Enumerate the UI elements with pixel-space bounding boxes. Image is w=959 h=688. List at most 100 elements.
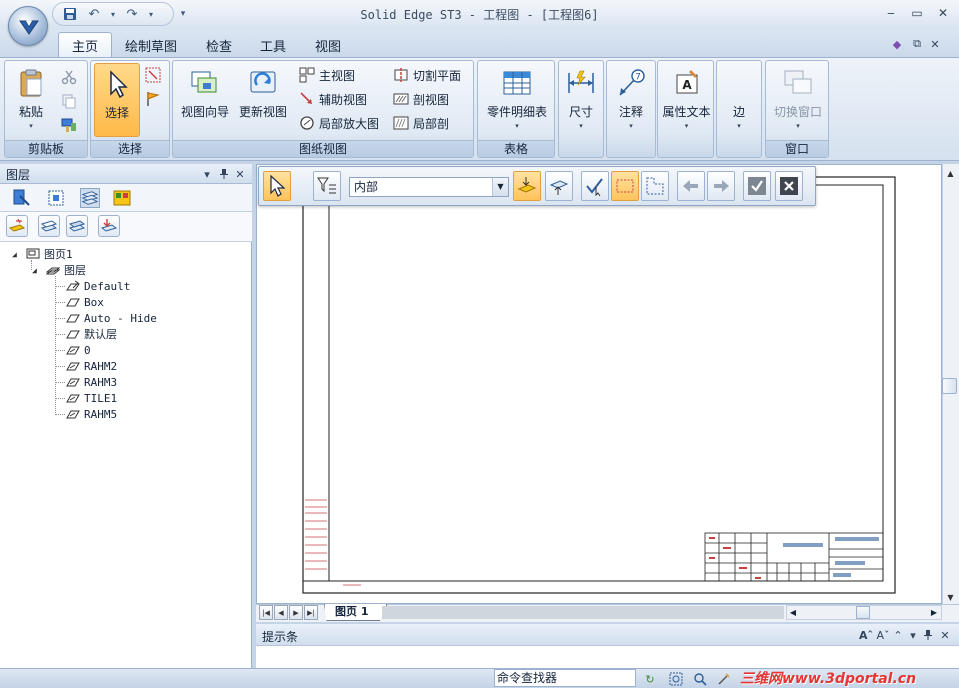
cutting-plane-button[interactable]: 切割平面 — [393, 65, 461, 85]
select-flag-button[interactable] — [145, 89, 161, 109]
update-views-button[interactable]: 更新视图 — [235, 63, 291, 137]
tree-item-layer-rahm3[interactable]: RAHM3 — [66, 374, 117, 390]
doc-close-button[interactable]: ✕ — [926, 35, 944, 53]
tree-item-layer-tile1[interactable]: TILE1 — [66, 390, 117, 406]
collapse-icon[interactable]: ◢ — [12, 250, 22, 259]
refresh-view-icon[interactable]: ↻ — [642, 671, 658, 687]
redo-icon[interactable]: ↷ — [123, 5, 141, 23]
panel-pin-icon[interactable] — [922, 628, 934, 642]
scroll-left-icon[interactable]: ◀ — [788, 606, 798, 619]
tree-item-layer-0[interactable]: 0 — [66, 342, 91, 358]
dropdown-arrow-icon[interactable]: ▼ — [492, 178, 508, 196]
tab-sheet-1[interactable]: 图页 1 — [324, 604, 388, 621]
select-pointer-button[interactable] — [263, 171, 291, 201]
scroll-right-icon[interactable]: ▶ — [929, 606, 939, 619]
pathfinder-tab-icon[interactable] — [12, 188, 32, 208]
tree-item-sheet[interactable]: ◢ 图页1 — [12, 246, 73, 262]
font-larger-icon[interactable]: Aˆ — [858, 628, 874, 642]
font-smaller-icon[interactable]: Aˇ — [876, 628, 890, 642]
select-inside-button[interactable] — [513, 171, 541, 201]
library-tab-icon[interactable] — [112, 188, 132, 208]
drawing-canvas[interactable] — [256, 164, 942, 604]
format-painter-button[interactable] — [61, 115, 77, 135]
command-finder-input[interactable]: 命令查找器 — [494, 669, 636, 687]
tab-sketch[interactable]: 绘制草图 — [112, 32, 190, 58]
first-sheet-icon[interactable]: |◀ — [259, 605, 273, 620]
collapse-up-icon[interactable]: ⌃ — [892, 628, 904, 642]
cut-button[interactable] — [61, 67, 77, 87]
edge-button[interactable]: 边 ▾ — [719, 63, 759, 137]
section-view-button[interactable]: 剖视图 — [393, 89, 449, 109]
auxiliary-view-button[interactable]: 辅助视图 — [299, 89, 367, 109]
select-check-button[interactable] — [581, 171, 609, 201]
close-button[interactable]: ✕ — [932, 4, 954, 22]
tree-item-layer-auto-hide[interactable]: Auto - Hide — [66, 310, 157, 326]
switch-window-button[interactable]: 切换窗口 ▾ — [768, 63, 828, 137]
prompt-close-button[interactable]: ✕ — [938, 628, 952, 642]
broken-out-section-button[interactable]: 局部剖 — [393, 113, 449, 133]
tree-item-layer-rahm2[interactable]: RAHM2 — [66, 358, 117, 374]
annotation-button[interactable]: 7 注释 ▾ — [609, 63, 653, 137]
last-sheet-icon[interactable]: ▶| — [304, 605, 318, 620]
horizontal-scroll-thumb[interactable] — [856, 606, 870, 619]
application-button[interactable] — [8, 6, 48, 46]
save-icon[interactable] — [61, 5, 79, 23]
parts-list-button[interactable]: 零件明细表 ▾ — [482, 63, 552, 137]
move-to-layer-button[interactable] — [98, 215, 120, 237]
tab-view[interactable]: 视图 — [302, 32, 354, 58]
select-overlap-button[interactable] — [545, 171, 573, 201]
undo-dropdown-icon[interactable]: ▾ — [109, 5, 117, 23]
redo-dropdown-icon[interactable]: ▾ — [147, 5, 155, 23]
tab-home[interactable]: 主页 — [58, 32, 113, 58]
polygon-select-button[interactable] — [641, 171, 669, 201]
tree-item-layer-rahm5[interactable]: RAHM5 — [66, 406, 117, 422]
view-wizard-button[interactable]: 视图向导 — [175, 63, 235, 137]
rectangle-select-button[interactable] — [611, 171, 639, 201]
customize-qat-icon[interactable]: ▾ — [176, 6, 190, 22]
paste-button[interactable]: 粘贴 ▾ — [11, 63, 51, 137]
panel-menu-icon[interactable]: ▾ — [200, 166, 214, 182]
next-button[interactable] — [707, 171, 735, 201]
accept-button[interactable] — [743, 171, 771, 201]
arrow-left-icon — [683, 180, 698, 192]
minimize-button[interactable]: ‒ — [880, 4, 902, 22]
scroll-down-icon[interactable]: ▼ — [942, 590, 959, 604]
dimension-button[interactable]: 尺寸 ▾ — [561, 63, 601, 137]
select-button[interactable]: 选择 — [94, 63, 140, 137]
tab-tools[interactable]: 工具 — [247, 32, 299, 58]
vertical-scroll-thumb[interactable] — [942, 378, 957, 394]
zoom-area-icon[interactable] — [668, 671, 684, 687]
panel-pin-icon[interactable] — [217, 166, 231, 182]
tree-item-layer-box[interactable]: Box — [66, 294, 104, 310]
tree-item-layers[interactable]: ◢ 图层 — [32, 262, 86, 278]
cancel-button[interactable] — [775, 171, 803, 201]
copy-button[interactable] — [61, 91, 77, 111]
tree-item-layer-default-cn[interactable]: 默认层 — [66, 326, 117, 342]
new-layer-button[interactable] — [6, 215, 28, 237]
selection-filter-select[interactable]: 内部 ▼ — [349, 177, 509, 197]
scroll-up-icon[interactable]: ▲ — [942, 166, 959, 180]
prev-sheet-icon[interactable]: ◀ — [274, 605, 288, 620]
undo-icon[interactable]: ↶ — [85, 5, 103, 23]
tree-item-layer-default[interactable]: Default — [66, 278, 130, 294]
help-icon[interactable]: ◆ — [888, 35, 906, 53]
zoom-icon[interactable] — [692, 671, 708, 687]
tab-inspect[interactable]: 检查 — [193, 32, 245, 58]
sheet-tab-icon[interactable] — [46, 188, 66, 208]
next-sheet-icon[interactable]: ▶ — [289, 605, 303, 620]
maximize-button[interactable]: ▭ — [906, 4, 928, 22]
principal-view-button[interactable]: 主视图 — [299, 65, 355, 85]
collapse-icon[interactable]: ◢ — [32, 266, 42, 275]
select-filter-button[interactable] — [313, 171, 341, 201]
show-layer-button[interactable] — [38, 215, 60, 237]
hide-layer-button[interactable] — [66, 215, 88, 237]
detail-view-button[interactable]: 局部放大图 — [299, 113, 379, 133]
pan-icon[interactable] — [716, 671, 732, 687]
previous-button[interactable] — [677, 171, 705, 201]
doc-restore-button[interactable]: ⧉ — [908, 35, 926, 53]
select-tool-button[interactable] — [145, 65, 161, 85]
panel-menu-icon[interactable]: ▾ — [907, 628, 919, 642]
layers-tab-icon[interactable] — [80, 188, 100, 208]
panel-close-button[interactable]: ✕ — [233, 166, 247, 182]
property-text-button[interactable]: A 属性文本 ▾ — [659, 63, 714, 137]
